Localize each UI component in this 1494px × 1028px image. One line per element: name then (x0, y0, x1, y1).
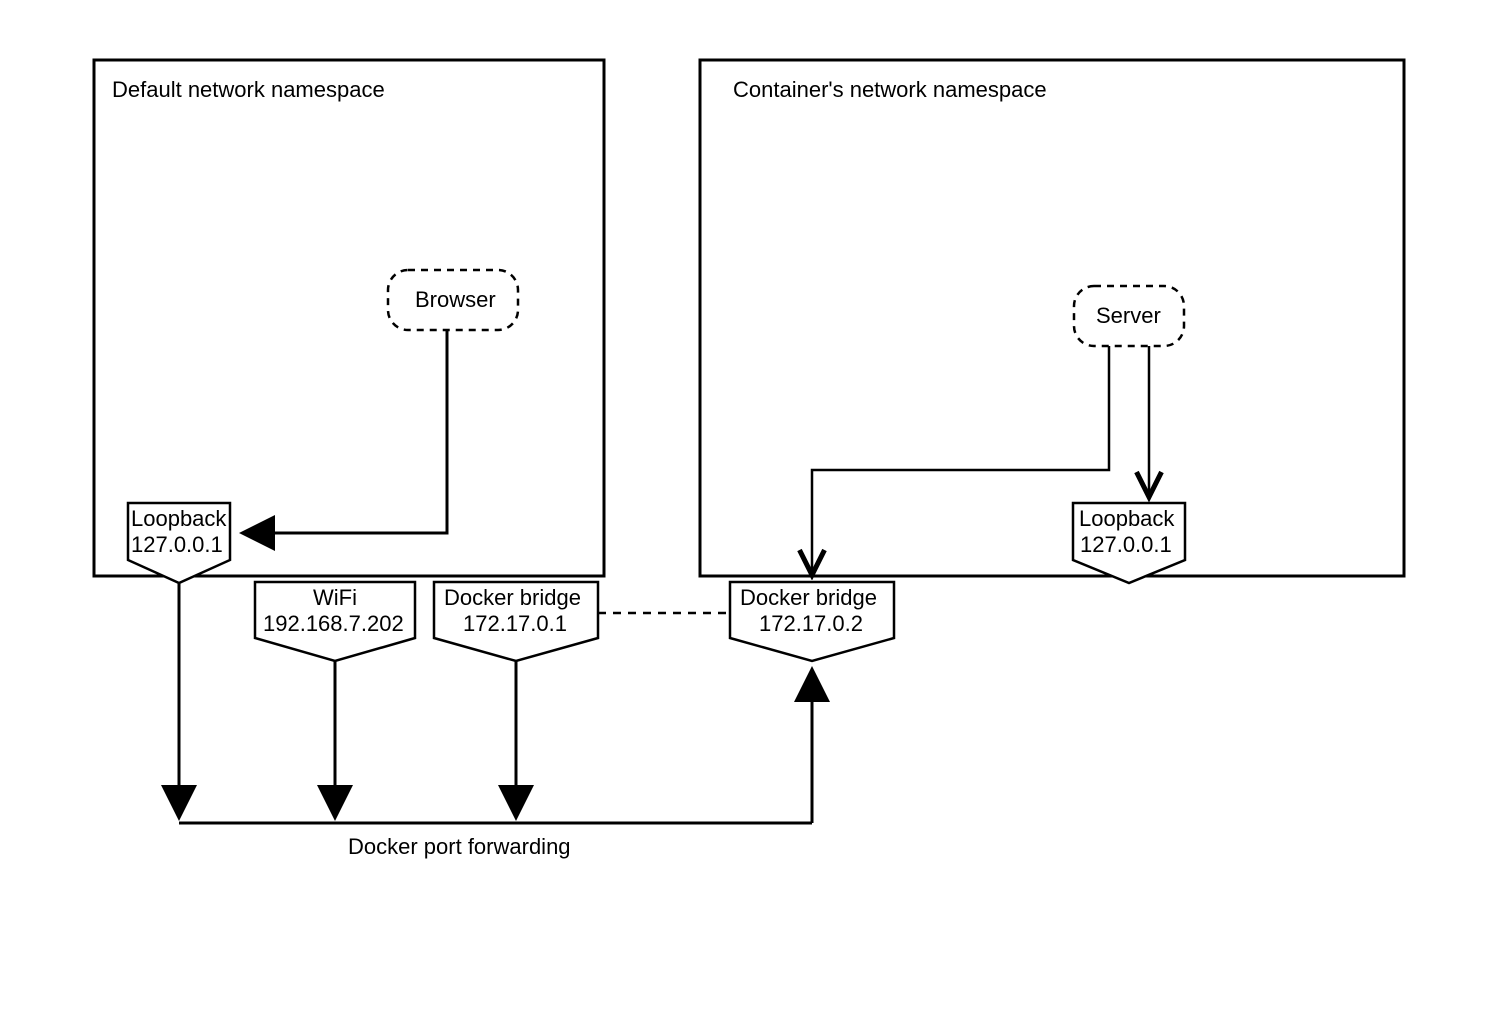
container-namespace-box (700, 60, 1404, 576)
default-namespace-box (94, 60, 604, 576)
container-namespace-title: Container's network namespace (733, 77, 1047, 102)
container-loopback-label: Loopback (1079, 506, 1175, 531)
container-docker-bridge-interface: Docker bridge 172.17.0.2 (730, 582, 894, 661)
default-docker-bridge-label: Docker bridge (444, 585, 581, 610)
default-loopback-label: Loopback (131, 506, 227, 531)
browser-label: Browser (415, 287, 496, 312)
default-loopback-ip: 127.0.0.1 (131, 532, 223, 557)
wifi-ip: 192.168.7.202 (263, 611, 404, 636)
container-loopback-ip: 127.0.0.1 (1080, 532, 1172, 557)
server-to-docker-bridge-line (812, 346, 1109, 570)
server-label: Server (1096, 303, 1161, 328)
default-docker-bridge-interface: Docker bridge 172.17.0.1 (434, 582, 598, 661)
wifi-interface: WiFi 192.168.7.202 (255, 582, 415, 661)
default-docker-bridge-ip: 172.17.0.1 (463, 611, 567, 636)
wifi-label: WiFi (313, 585, 357, 610)
browser-to-loopback-arrow (245, 330, 447, 533)
default-loopback-interface: Loopback 127.0.0.1 (128, 503, 230, 583)
container-docker-bridge-label: Docker bridge (740, 585, 877, 610)
port-forwarding-label: Docker port forwarding (348, 834, 571, 859)
container-docker-bridge-ip: 172.17.0.2 (759, 611, 863, 636)
container-loopback-interface: Loopback 127.0.0.1 (1073, 503, 1185, 583)
default-namespace-title: Default network namespace (112, 77, 385, 102)
